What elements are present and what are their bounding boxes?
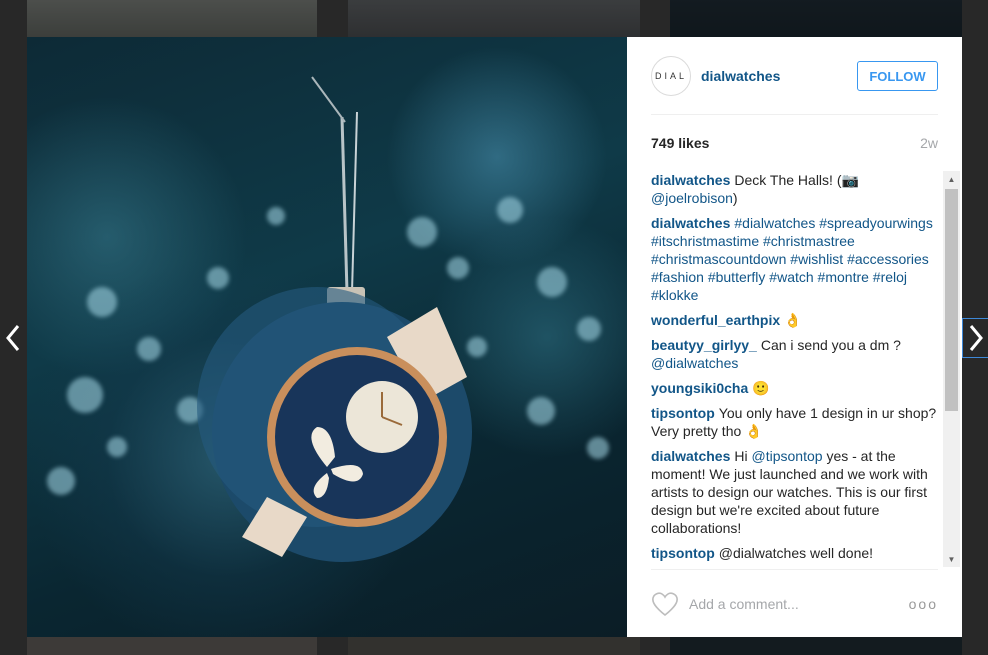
post-stats: 749 likes 2w xyxy=(651,135,938,151)
follow-button[interactable]: FOLLOW xyxy=(857,61,938,91)
post-header: DIAL dialwatches FOLLOW xyxy=(627,37,962,114)
comment-username[interactable]: wonderful_earthpix xyxy=(651,312,780,328)
comment-username[interactable]: dialwatches xyxy=(651,448,730,464)
comment-text: Deck The Halls! (📷 xyxy=(734,172,859,188)
ornament-watch-illustration xyxy=(197,76,472,562)
comment-username[interactable]: dialwatches xyxy=(651,172,730,188)
comment-item: tipsontop @dialwatches well done! xyxy=(651,544,941,562)
comment-text: Can i send you a dm ? xyxy=(760,337,901,353)
comment-mention[interactable]: @dialwatches xyxy=(651,355,738,371)
comment-item: dialwatches Deck The Halls! (📷 @joelrobiso… xyxy=(651,172,859,206)
comment-mention[interactable]: @tipsontop xyxy=(752,448,823,464)
comment-footer: Add a comment... ooo xyxy=(651,569,938,637)
like-heart-icon[interactable] xyxy=(651,591,679,617)
scroll-up-arrow-icon[interactable]: ▲ xyxy=(943,171,960,187)
comment-username[interactable]: tipsontop xyxy=(651,545,715,561)
comment-item: tipsontop You only have 1 design in ur sh… xyxy=(651,404,941,440)
comments-scrollbar[interactable]: ▲ ▼ xyxy=(943,171,960,567)
next-post-button[interactable] xyxy=(962,318,988,358)
add-comment-input[interactable]: Add a comment... xyxy=(689,596,909,612)
comment-mention[interactable]: @joelrobison xyxy=(651,190,733,206)
comment-item: youngsiki0cha 🙂 xyxy=(651,379,941,397)
chevron-left-icon xyxy=(6,325,20,351)
header-divider xyxy=(651,114,938,115)
previous-post-button[interactable] xyxy=(0,318,26,358)
post-photo[interactable] xyxy=(27,37,627,637)
post-author-username[interactable]: dialwatches xyxy=(701,68,780,84)
comment-text: 👌 xyxy=(784,312,802,328)
comment-text: @dialwatches well done! xyxy=(718,545,874,561)
avatar[interactable]: DIAL xyxy=(651,55,691,96)
comment-text: 🙂 xyxy=(752,380,770,396)
comment-item: beautyy_girlyy_ Can i send you a dm ? @dia… xyxy=(651,336,941,372)
comment-item: dialwatches #dialwatches #spreadyourwings… xyxy=(651,214,941,304)
comment-username[interactable]: dialwatches xyxy=(651,215,730,231)
comment-item: wonderful_earthpix 👌 xyxy=(651,311,941,329)
chevron-right-icon xyxy=(969,325,983,351)
comment-username[interactable]: youngsiki0cha xyxy=(651,380,748,396)
likes-count[interactable]: 749 likes xyxy=(651,135,709,151)
comment-username[interactable]: beautyy_girlyy_ xyxy=(651,337,757,353)
more-options-icon[interactable]: ooo xyxy=(909,596,938,612)
post-details-panel: DIAL dialwatches FOLLOW 749 likes 2w dia… xyxy=(627,37,962,637)
avatar-text: DIAL xyxy=(654,70,687,81)
comment-username[interactable]: tipsontop xyxy=(651,405,715,421)
post-modal: DIAL dialwatches FOLLOW 749 likes 2w dia… xyxy=(27,37,962,637)
comment-item: dialwatches Hi @tipsontop yes - at the mo… xyxy=(651,448,928,536)
scrollbar-thumb[interactable] xyxy=(945,189,958,411)
comments-list: dialwatches Deck The Halls! (📷 @joelrobiso… xyxy=(651,171,941,567)
post-time[interactable]: 2w xyxy=(920,135,938,151)
scroll-down-arrow-icon[interactable]: ▼ xyxy=(943,551,960,567)
